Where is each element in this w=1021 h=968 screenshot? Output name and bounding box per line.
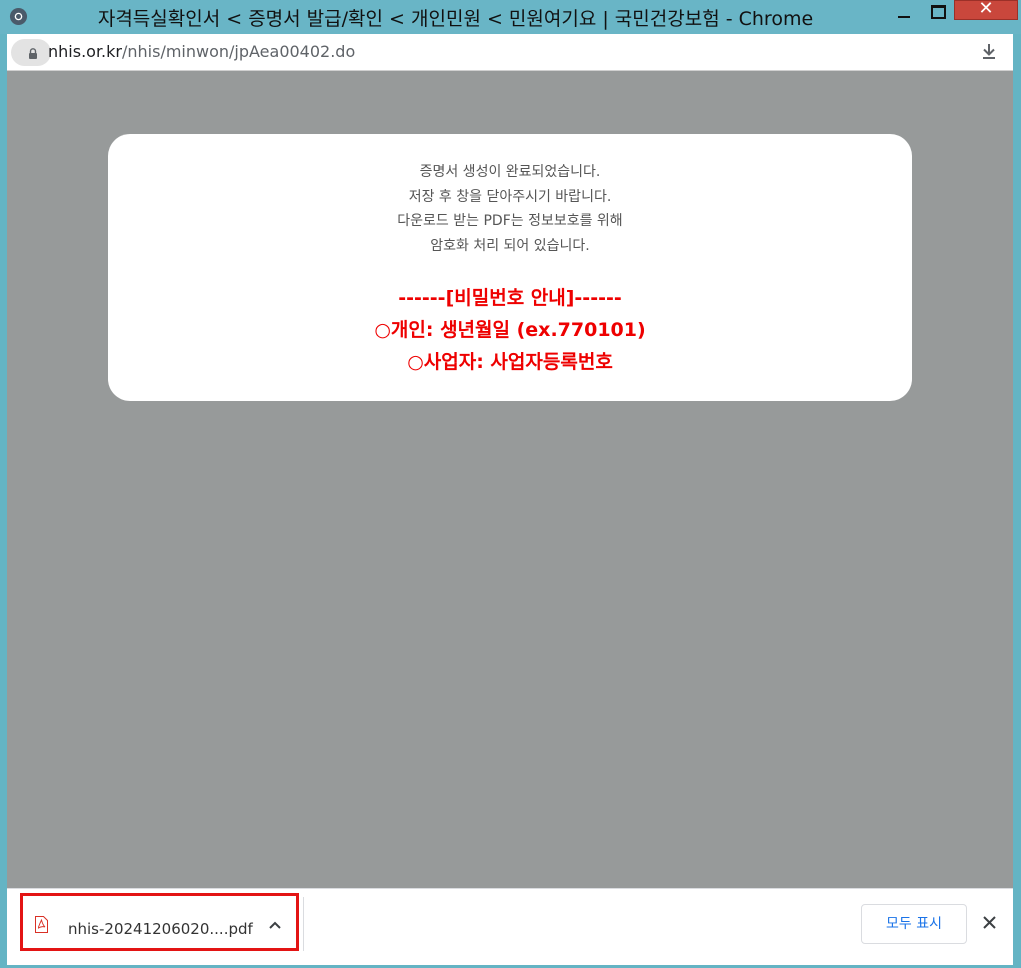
minimize-button[interactable] <box>888 0 918 22</box>
chevron-up-icon[interactable] <box>269 921 281 929</box>
lock-icon <box>29 48 37 59</box>
address-bar: nhis.or.kr/nhis/minwon/jpAea00402.do <box>7 34 1013 71</box>
download-file-name: nhis-20241206020....pdf <box>68 920 253 938</box>
show-all-downloads-button[interactable]: 모두 표시 <box>861 904 967 944</box>
url-domain: nhis.or.kr <box>48 42 122 61</box>
pdf-file-icon <box>35 916 48 933</box>
url-path: /nhis/minwon/jpAea00402.do <box>121 42 356 61</box>
window-title: 자격득실확인서 < 증명서 발급/확인 < 개인민원 < 민원여기요 | 국민건… <box>97 8 814 30</box>
shelf-divider <box>303 897 304 951</box>
password-guide-personal: ○개인: 생년월일 (ex.770101) <box>374 319 646 341</box>
message-line-1: 증명서 생성이 완료되었습니다. <box>419 164 601 180</box>
close-icon: ✕ <box>978 0 994 19</box>
page-content: 증명서 생성이 완료되었습니다. 저장 후 창을 닫아주시기 바랍니다. 다운로… <box>7 71 1013 888</box>
message-line-3: 다운로드 받는 PDF는 정보보호를 위해 <box>397 213 623 229</box>
close-icon[interactable] <box>983 916 996 929</box>
maximize-button[interactable] <box>922 0 952 22</box>
password-guide-business: ○사업자: 사업자등록번호 <box>407 351 613 373</box>
download-icon[interactable] <box>980 42 998 62</box>
message-line-4: 암호화 처리 되어 있습니다. <box>430 237 590 254</box>
url-field[interactable]: nhis.or.kr/nhis/minwon/jpAea00402.do <box>48 42 355 61</box>
certificate-complete-dialog: 증명서 생성이 완료되었습니다. 저장 후 창을 닫아주시기 바랍니다. 다운로… <box>108 134 912 401</box>
completion-message: 증명서 생성이 완료되었습니다. 저장 후 창을 닫아주시기 바랍니다. 다운로… <box>108 160 912 258</box>
password-guide-heading: ------[비밀번호 안내]------ <box>398 287 622 309</box>
site-info-button[interactable] <box>11 39 51 66</box>
message-line-2: 저장 후 창을 닫아주시기 바랍니다. <box>408 188 612 205</box>
download-shelf: nhis-20241206020....pdf 모두 표시 <box>7 888 1013 965</box>
download-item[interactable]: nhis-20241206020....pdf <box>20 893 299 951</box>
close-window-button[interactable]: ✕ <box>954 0 1018 20</box>
window-title-bar: 자격득실확인서 < 증명서 발급/확인 < 개인민원 < 민원여기요 | 국민건… <box>0 0 1021 34</box>
password-guide: ------[비밀번호 안내]------ ○개인: 생년월일 (ex.7701… <box>108 282 912 378</box>
